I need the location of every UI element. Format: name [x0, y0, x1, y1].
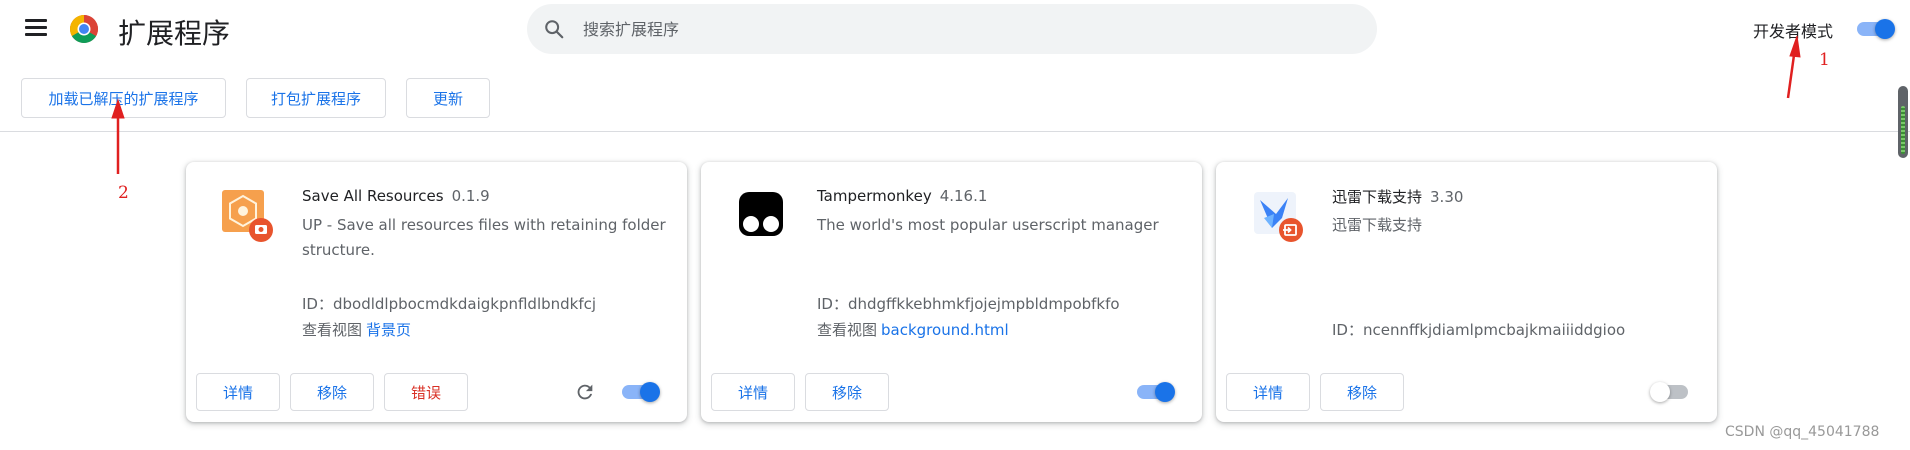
annotation-label-2: 2 [118, 183, 129, 203]
annotation-arrows [111, 35, 1801, 174]
annotation-arrow-1 [1786, 35, 1801, 99]
annotation-label-1: 1 [1819, 50, 1830, 70]
watermark: CSDN @qq_45041788 [1725, 424, 1880, 440]
annotation-arrow-2 [111, 98, 125, 174]
